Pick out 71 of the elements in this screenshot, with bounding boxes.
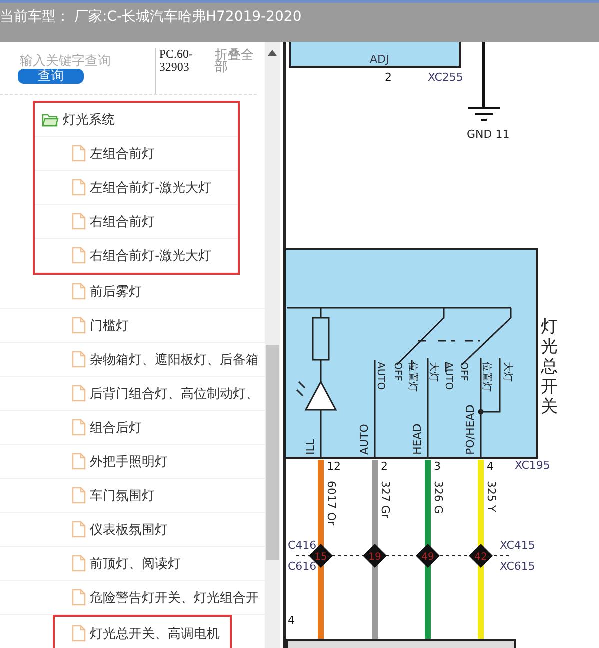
position-label: OFF [458, 362, 469, 382]
document-icon [72, 213, 86, 230]
tree-item[interactable]: 外把手照明灯 [0, 445, 265, 479]
document-icon [72, 419, 86, 436]
code-label: PC.60-32903 [155, 48, 200, 94]
position-label: 大灯 [502, 362, 513, 382]
tree-item[interactable]: 门槛灯 [0, 309, 265, 343]
document-icon [72, 453, 86, 470]
tree-folder-item[interactable]: 灯光系统 [35, 103, 238, 137]
position-label: AUTO [443, 362, 454, 390]
tree-item[interactable]: 左组合前灯 [35, 137, 238, 171]
pin-number: 4 [487, 460, 494, 473]
switch-name: 灯光总开关 [541, 317, 558, 417]
document-icon [72, 283, 86, 300]
tree-item[interactable]: 车门氛围灯 [0, 479, 265, 513]
document-icon [72, 145, 86, 162]
position-label: 大灯 [428, 362, 439, 382]
document-icon [72, 179, 86, 196]
position-label: 位置灯 [481, 362, 492, 392]
connector-label: XC615 [500, 560, 536, 573]
terminal-label: HEAD [411, 424, 424, 455]
connector-label: XC415 [500, 539, 536, 552]
tree-item[interactable]: 组合后灯 [0, 411, 265, 445]
tree-item[interactable]: 灯光总开关、高调电机 [55, 617, 230, 648]
scrollbar-thumb[interactable] [266, 345, 279, 560]
connector-label: C416 [288, 539, 317, 552]
connector-label: XC195 [515, 459, 550, 472]
document-icon [72, 247, 86, 264]
document-icon [72, 521, 86, 538]
tree-item[interactable]: 后背门组合灯、高位制动灯、 [0, 377, 265, 411]
document-icon [72, 351, 86, 368]
position-label: OFF [392, 362, 403, 382]
tree-item[interactable]: 危险警告灯开关、灯光组合开 [0, 581, 265, 615]
tree-item[interactable]: 左组合前灯-激光大灯 [35, 171, 238, 205]
tree-item[interactable]: 仪表板氛围灯 [0, 513, 265, 547]
document-icon [72, 385, 86, 402]
connector-label: XC255 [428, 71, 464, 84]
wire-label: 326 G [432, 481, 445, 514]
splice-marker: 49 [416, 544, 440, 568]
ground-label: GND 11 [467, 128, 510, 141]
document-icon [72, 317, 86, 334]
document-icon [72, 487, 86, 504]
tree-item[interactable]: 前顶灯、阅读灯 [0, 547, 265, 581]
terminal-label: PO/HEAD [464, 404, 477, 455]
pin-number: 12 [327, 460, 341, 473]
tree-item[interactable]: 右组合前灯-激光大灯 [35, 239, 238, 273]
pin-number: 4 [288, 614, 295, 627]
splice-marker: 42 [469, 544, 493, 568]
wire-label: 325 Y [485, 481, 498, 512]
position-label: AUTO [375, 362, 386, 390]
splice-marker: 19 [363, 544, 387, 568]
scroll-up-icon[interactable] [268, 50, 277, 56]
connector-label: C616 [288, 560, 317, 573]
document-icon [72, 625, 86, 642]
pin-label: ADJ [370, 53, 390, 66]
document-icon [72, 555, 86, 572]
terminal-label: ILL [304, 439, 317, 455]
tree-item[interactable]: 前后雾灯 [0, 275, 265, 309]
terminal-label: AUTO [358, 424, 371, 455]
wire-label: 327 Gr [379, 481, 392, 519]
pin-number: 3 [434, 460, 441, 473]
search-button[interactable]: 查询 [18, 69, 84, 84]
vehicle-title: 当前车型： 厂家:C-长城汽车哈弗H72019-2020 [0, 8, 303, 26]
document-icon [72, 589, 86, 606]
tree-item[interactable]: 杂物箱灯、遮阳板灯、后备箱 [0, 343, 265, 377]
open-folder-icon [42, 112, 59, 126]
wire-label: 6017 Or [325, 481, 338, 526]
pin-number: 2 [381, 460, 388, 473]
scrollbar[interactable] [265, 42, 280, 648]
pin-number: 2 [385, 71, 392, 84]
tree-item[interactable]: 右组合前灯 [35, 205, 238, 239]
